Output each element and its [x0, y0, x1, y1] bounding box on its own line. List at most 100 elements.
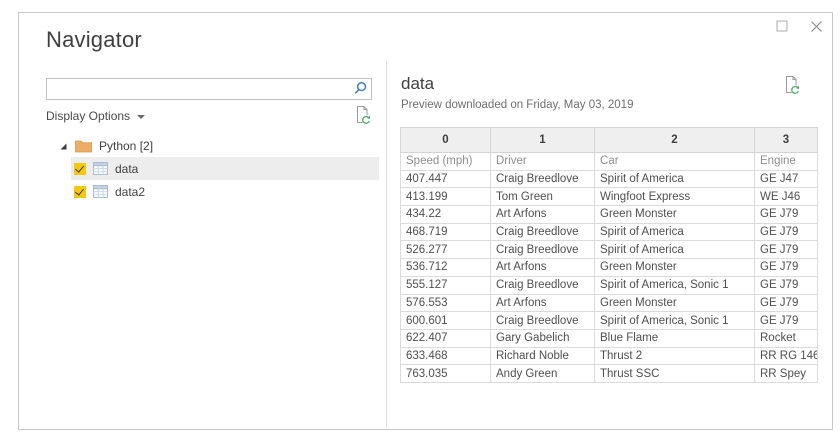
- table-row: 434.22 Art Arfons Green Monster GE J79: [400, 205, 818, 224]
- display-options-label: Display Options: [46, 109, 131, 123]
- tree-item-data2[interactable]: data2: [71, 180, 379, 203]
- refresh-list-button[interactable]: [353, 105, 372, 128]
- table-cell: 600.601: [400, 311, 491, 330]
- table-cell: Gary Gabelich: [490, 328, 595, 348]
- table-cell: Art Arfons: [490, 293, 595, 313]
- table-cell: Engine: [754, 152, 818, 171]
- table-body: Speed (mph) Driver Car Engine 407.447 Craig B…: [400, 152, 818, 383]
- table-cell: Art Arfons: [490, 258, 595, 277]
- table-row: 633.468 Richard Noble Thrust 2 RR RG 146: [400, 346, 818, 366]
- navigator-dialog: Navigator Display Options Python [2] dat…: [18, 12, 833, 430]
- table-cell: Spirit of America: [594, 240, 755, 260]
- table-cell: Speed (mph): [400, 152, 491, 171]
- display-options-row: Display Options: [46, 106, 372, 126]
- tree-group-python[interactable]: Python [2]: [58, 135, 380, 157]
- table-cell: Rocket: [754, 328, 818, 348]
- search-icon: [354, 81, 367, 94]
- column-header: 2: [594, 127, 755, 153]
- table-cell: GE J79: [754, 311, 818, 330]
- table-row: 536.712 Art Arfons Green Monster GE J79: [400, 258, 818, 277]
- table-row: Speed (mph) Driver Car Engine: [400, 152, 818, 171]
- refresh-preview-button[interactable]: [782, 75, 801, 98]
- table-cell: 536.712: [400, 258, 491, 277]
- table-cell: Blue Flame: [594, 328, 755, 348]
- table-icon: [93, 185, 108, 198]
- table-cell: GE J47: [754, 169, 818, 189]
- table-row: 468.719 Craig Breedlove Spirit of America G…: [400, 222, 818, 242]
- table-cell: Spirit of America, Sonic 1: [594, 275, 755, 295]
- display-options-dropdown[interactable]: Display Options: [46, 109, 146, 123]
- close-icon: [810, 20, 822, 32]
- table-row: 407.447 Craig Breedlove Spirit of America G…: [400, 169, 818, 189]
- maximize-icon: [776, 20, 788, 32]
- table-cell: Andy Green: [490, 364, 595, 383]
- navigation-tree: Python [2] data data2: [58, 135, 380, 203]
- table-cell: Craig Breedlove: [490, 240, 595, 260]
- checkbox-checked-icon[interactable]: [74, 162, 86, 175]
- tree-items: data data2: [71, 157, 379, 203]
- table-cell: 468.719: [400, 222, 491, 242]
- table-cell: Green Monster: [594, 293, 755, 313]
- search-input[interactable]: [46, 78, 372, 100]
- table-cell: GE J79: [754, 222, 818, 242]
- table-cell: Craig Breedlove: [490, 311, 595, 330]
- table-cell: Green Monster: [594, 205, 755, 224]
- table-cell: 633.468: [400, 346, 491, 366]
- table-header-row: 0123: [400, 127, 818, 153]
- maximize-button[interactable]: [774, 18, 790, 34]
- table-cell: Craig Breedlove: [490, 275, 595, 295]
- table-cell: Thrust SSC: [594, 364, 755, 383]
- document-refresh-icon: [786, 76, 800, 95]
- table-cell: RR RG 146: [754, 346, 818, 366]
- table-cell: RR Spey: [754, 364, 818, 383]
- tree-item-data[interactable]: data: [71, 157, 379, 180]
- table-cell: Spirit of America: [594, 169, 755, 189]
- preview-subtitle: Preview downloaded on Friday, May 03, 20…: [401, 99, 634, 111]
- table-cell: Richard Noble: [490, 346, 595, 366]
- table-cell: Thrust 2: [594, 346, 755, 366]
- column-header: 0: [400, 127, 491, 153]
- table-cell: GE J79: [754, 205, 818, 224]
- table-cell: Craig Breedlove: [490, 169, 595, 189]
- table-cell: GE J79: [754, 240, 818, 260]
- search-box: [46, 78, 372, 100]
- checkbox-checked-icon[interactable]: [74, 185, 86, 198]
- tree-item-label: data: [115, 161, 139, 176]
- table-cell: Wingfoot Express: [594, 187, 755, 207]
- table-cell: GE J79: [754, 293, 818, 313]
- expanded-triangle-icon[interactable]: [58, 141, 68, 151]
- table-row: 622.407 Gary Gabelich Blue Flame Rocket: [400, 328, 818, 348]
- table-cell: WE J46: [754, 187, 818, 207]
- table-row: 555.127 Craig Breedlove Spirit of America,…: [400, 275, 818, 295]
- table-cell: Spirit of America, Sonic 1: [594, 311, 755, 330]
- table-cell: 434.22: [400, 205, 491, 224]
- screen: Navigator Display Options Python [2] dat…: [0, 0, 840, 434]
- table-cell: Green Monster: [594, 258, 755, 277]
- column-header: 3: [754, 127, 818, 153]
- table-cell: Car: [594, 152, 755, 171]
- table-cell: GE J79: [754, 258, 818, 277]
- table-cell: Tom Green: [490, 187, 595, 207]
- table-cell: 526.277: [400, 240, 491, 260]
- document-refresh-icon: [357, 106, 371, 125]
- preview-title: data: [401, 74, 435, 93]
- table-cell: 763.035: [400, 364, 491, 383]
- tree-group-label: Python [2]: [99, 139, 154, 153]
- table-cell: Art Arfons: [490, 205, 595, 224]
- table-cell: 413.199: [400, 187, 491, 207]
- table-row: 763.035 Andy Green Thrust SSC RR Spey: [400, 364, 818, 383]
- table-cell: 576.553: [400, 293, 491, 313]
- table-cell: 622.407: [400, 328, 491, 348]
- dialog-title: Navigator: [46, 27, 142, 52]
- caret-down-icon: [137, 115, 146, 119]
- table-cell: Driver: [490, 152, 595, 171]
- folder-icon: [75, 140, 92, 152]
- table-row: 413.199 Tom Green Wingfoot Express WE J46: [400, 187, 818, 207]
- table-row: 576.553 Art Arfons Green Monster GE J79: [400, 293, 818, 313]
- close-button[interactable]: [808, 18, 824, 34]
- table-cell: 555.127: [400, 275, 491, 295]
- table-cell: Craig Breedlove: [490, 222, 595, 242]
- pane-divider: [386, 61, 387, 427]
- table-row: 600.601 Craig Breedlove Spirit of America,…: [400, 311, 818, 330]
- window-controls: [774, 18, 824, 34]
